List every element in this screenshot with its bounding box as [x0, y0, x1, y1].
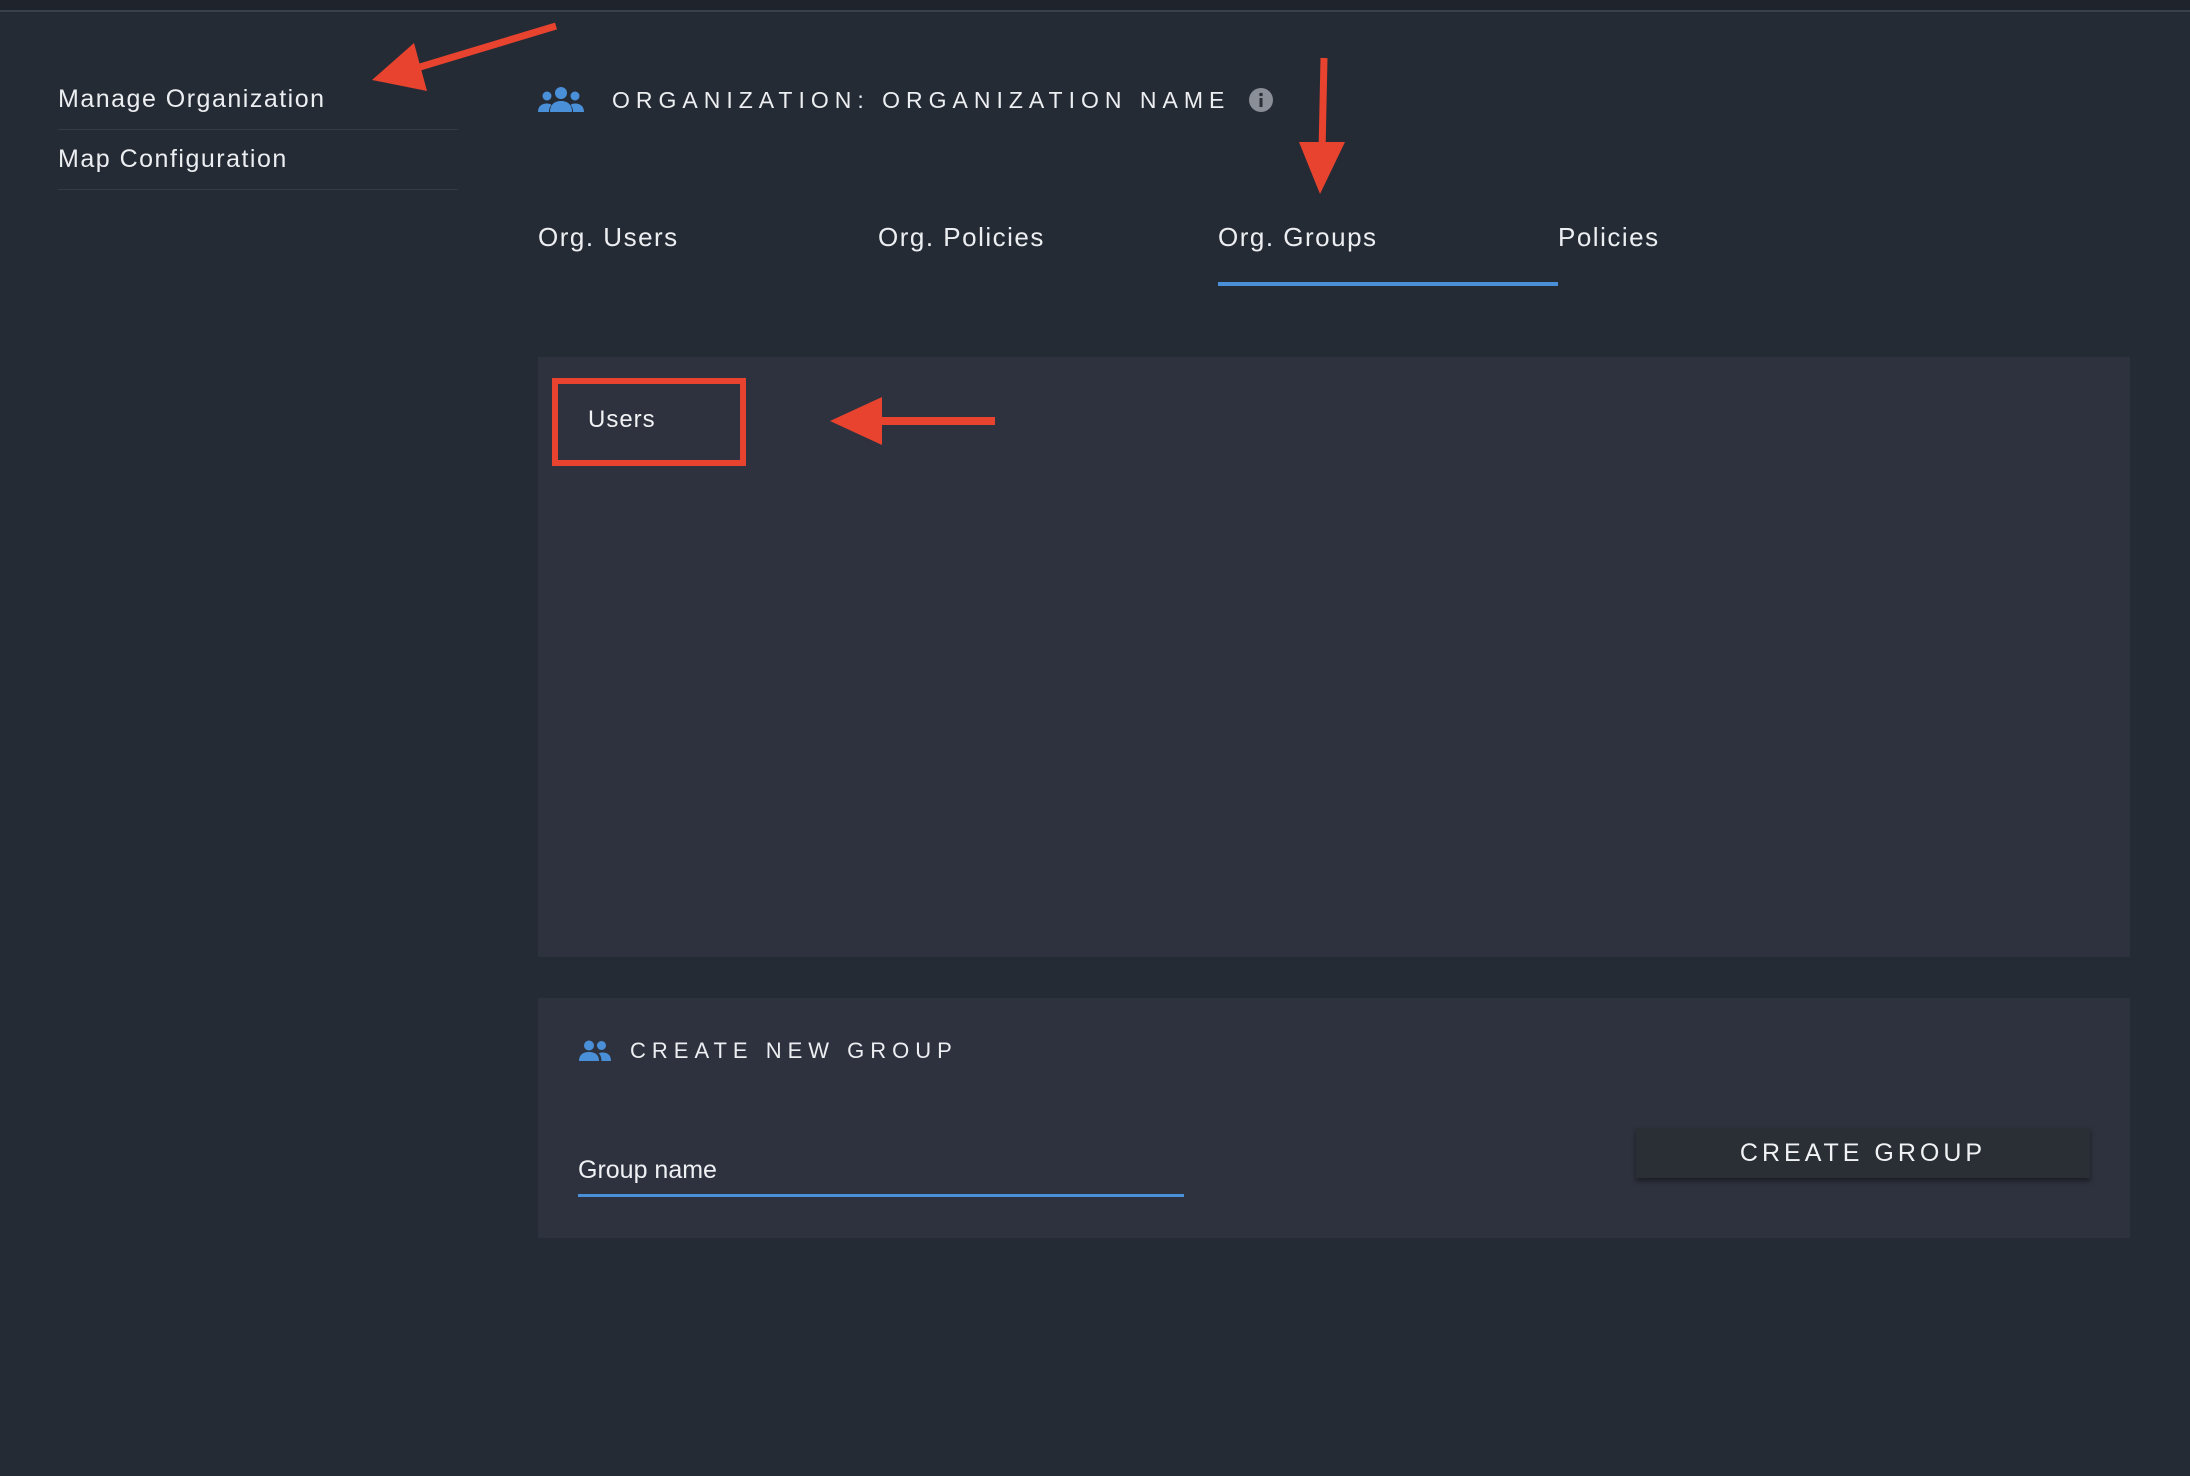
- info-icon[interactable]: [1248, 87, 1274, 113]
- page-header: ORGANIZATION: ORGANIZATION NAME: [538, 80, 1274, 120]
- create-group-header: CREATE NEW GROUP: [578, 1036, 958, 1066]
- annotation-arrow-tab: [1299, 57, 1345, 194]
- tab-org-groups[interactable]: Org. Groups: [1218, 210, 1558, 286]
- group-name-input[interactable]: [578, 1146, 1184, 1197]
- list-item-users-group[interactable]: Users: [552, 378, 746, 466]
- tab-bar: Org. Users Org. Policies Org. Groups Pol…: [538, 210, 1898, 286]
- tab-org-policies[interactable]: Org. Policies: [878, 210, 1218, 286]
- people-group-icon: [538, 85, 584, 115]
- tab-policies[interactable]: Policies: [1558, 210, 1898, 286]
- sidebar: Manage Organization Map Configuration: [58, 70, 458, 190]
- window-top-edge: [0, 0, 2190, 12]
- create-group-title: CREATE NEW GROUP: [630, 1038, 958, 1063]
- organization-title: ORGANIZATION: ORGANIZATION NAME: [612, 86, 1231, 113]
- sidebar-item-manage-organization[interactable]: Manage Organization: [58, 70, 458, 130]
- groups-list-panel: Users: [538, 357, 2130, 957]
- group-icon: [578, 1039, 612, 1063]
- tab-org-users[interactable]: Org. Users: [538, 210, 878, 286]
- create-group-panel: CREATE NEW GROUP CREATE GROUP: [538, 998, 2130, 1238]
- sidebar-item-map-configuration[interactable]: Map Configuration: [58, 130, 458, 190]
- create-group-button[interactable]: CREATE GROUP: [1636, 1128, 2090, 1178]
